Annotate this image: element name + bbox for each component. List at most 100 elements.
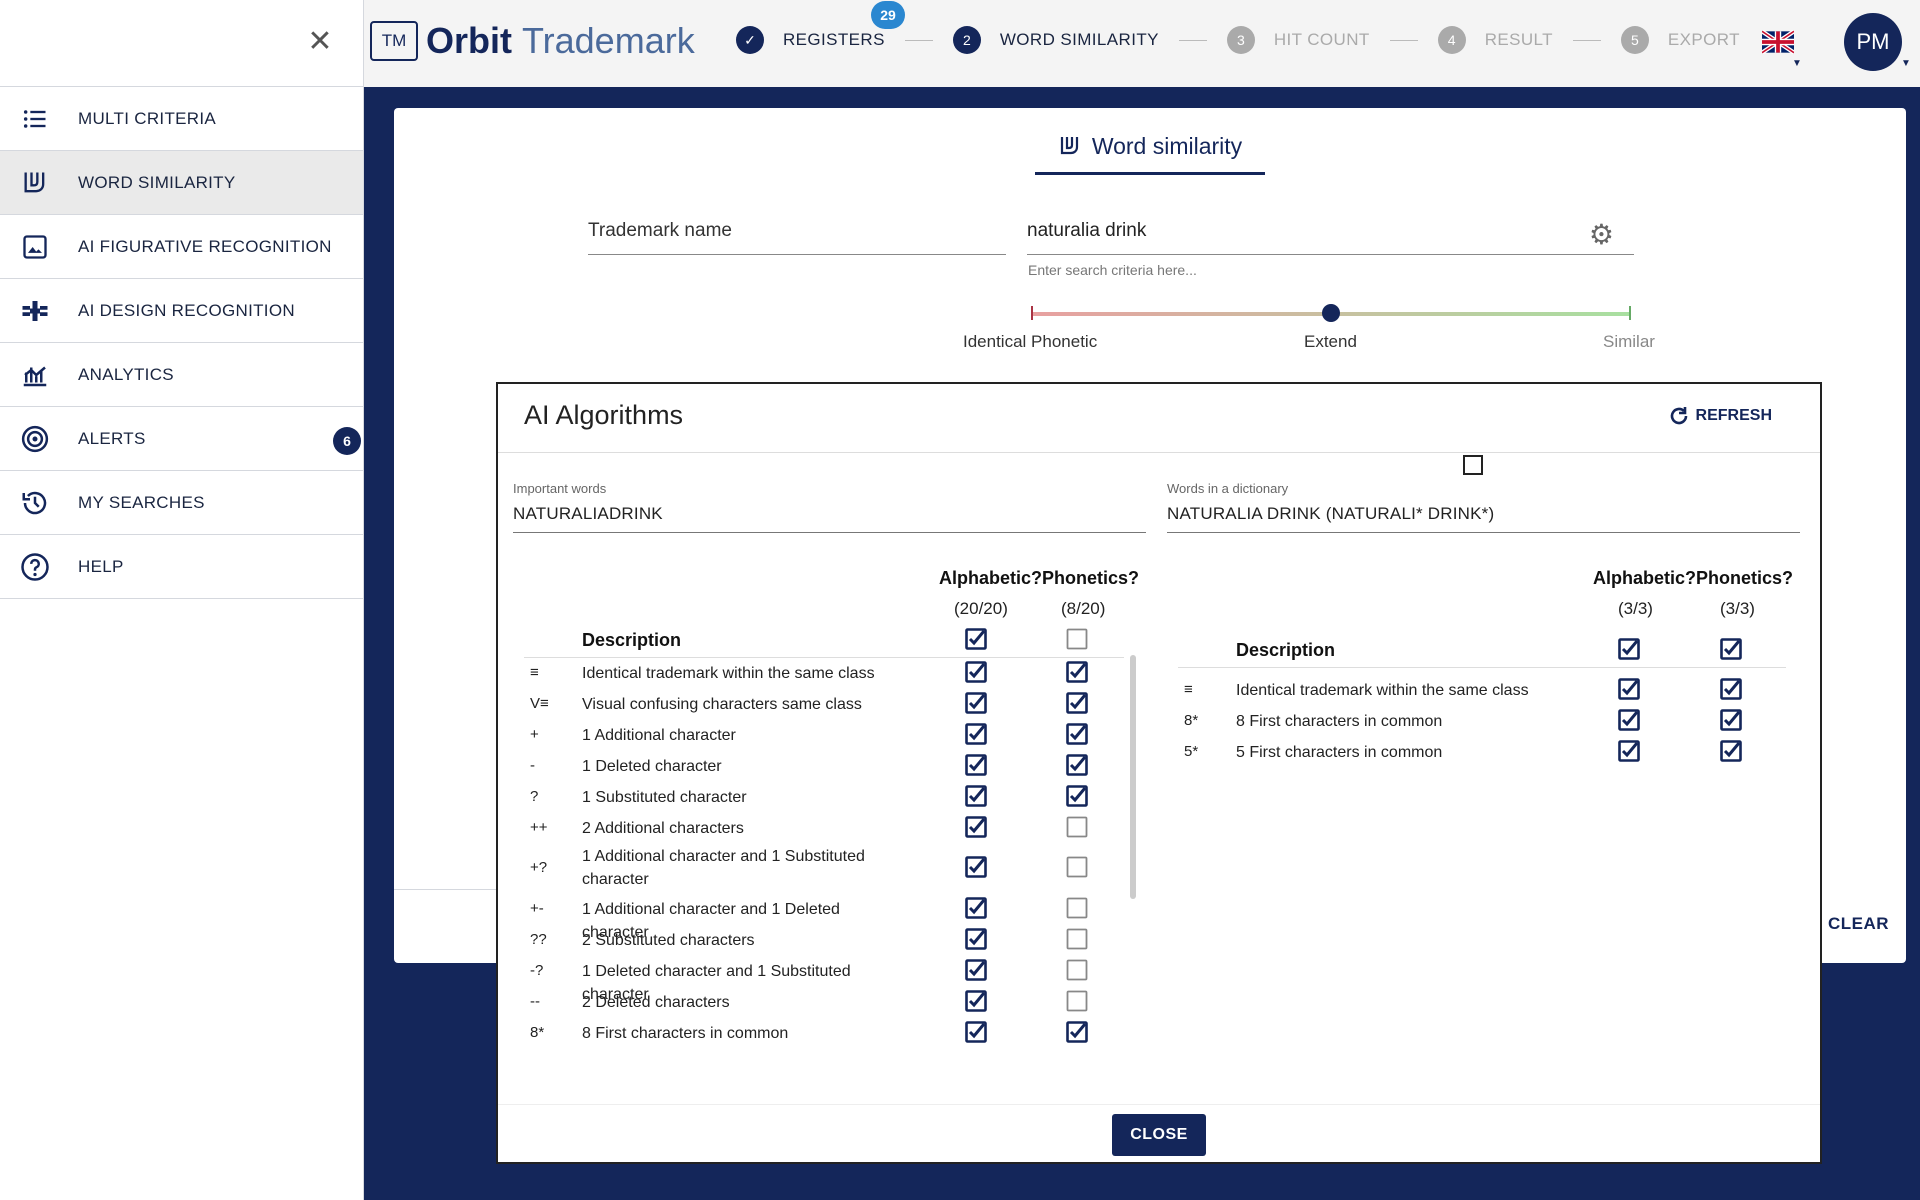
phonetics-checkbox[interactable] (1720, 740, 1742, 762)
sidebar-item-label: MULTI CRITERIA (78, 109, 216, 129)
alphabetic-checkbox[interactable] (965, 754, 987, 776)
phonetics-checkbox[interactable] (1066, 990, 1088, 1012)
alphabetic-checkbox[interactable] (965, 897, 987, 919)
search-input[interactable]: naturalia drink ⚙ (1027, 220, 1634, 255)
check-icon: ✓ (736, 26, 764, 54)
alphabetic-checkbox[interactable] (965, 785, 987, 807)
alphabetic-checkbox[interactable] (965, 723, 987, 745)
field-value: NATURALIA DRINK (NATURALI* DRINK*) (1167, 504, 1494, 524)
slider-label-identical-phonetic: Identical Phonetic (963, 332, 1097, 352)
refresh-label: REFRESH (1696, 407, 1772, 425)
algorithm-description: Visual confusing characters same class (582, 693, 902, 716)
step-label: WORD SIMILARITY (1000, 30, 1159, 50)
refresh-button[interactable]: REFRESH (1667, 404, 1772, 428)
algorithm-symbol: ≡ (1184, 681, 1193, 698)
algorithm-symbol: V≡ (530, 695, 549, 712)
sidebar-item-word-similarity[interactable]: WORD SIMILARITY (0, 151, 363, 215)
target-icon (18, 422, 52, 456)
phonetics-checkbox[interactable] (1066, 856, 1088, 878)
alphabetic-checkbox[interactable] (965, 990, 987, 1012)
ai-algorithms-dialog: AI Algorithms REFRESH Important wordsNAT… (496, 382, 1822, 1164)
refresh-icon (1667, 404, 1691, 428)
right-words-field[interactable]: Words in a dictionaryNATURALIA DRINK (NA… (1167, 481, 1800, 533)
select-all-alphabetic-checkbox[interactable] (1618, 638, 1640, 660)
phonetics-checkbox[interactable] (1066, 816, 1088, 838)
uk-flag-icon[interactable] (1762, 30, 1794, 54)
sidebar-item-ai-design-recognition[interactable]: AI DESIGN RECOGNITION (0, 279, 363, 343)
step-hit-count[interactable]: 3HIT COUNT (1227, 26, 1370, 54)
step-export[interactable]: 5 EXPORT (1621, 26, 1740, 54)
phonetics-checkbox[interactable] (1066, 692, 1088, 714)
algorithm-description: 1 Substituted character (582, 786, 902, 809)
phonetics-checkbox[interactable] (1066, 723, 1088, 745)
alphabetic-checkbox[interactable] (1618, 740, 1640, 762)
step-connector (1179, 40, 1207, 41)
phonetics-checkbox[interactable] (1066, 928, 1088, 950)
sidebar-item-my-searches[interactable]: MY SEARCHES (0, 471, 363, 535)
algorithm-symbol: 8* (1184, 712, 1198, 729)
alphabetic-checkbox[interactable] (1618, 678, 1640, 700)
alphabetic-checkbox[interactable] (965, 1021, 987, 1043)
logo-tm-mark: TM (370, 21, 418, 61)
top-bar: TM Orbit Trademark ✓REGISTERS29 2WORD SIM… (364, 0, 1920, 87)
sidebar-item-ai-figurative-recognition[interactable]: AI FIGURATIVE RECOGNITION (0, 215, 363, 279)
select-all-phonetics-checkbox[interactable] (1720, 638, 1742, 660)
sidebar-item-multi-criteria[interactable]: MULTI CRITERIA (0, 87, 363, 151)
slider-tick-start (1031, 306, 1033, 320)
algorithm-symbol: -- (530, 993, 540, 1010)
phonetics-checkbox[interactable] (1066, 661, 1088, 683)
language-caret-icon[interactable]: ▼ (1792, 58, 1802, 69)
phonetics-checkbox[interactable] (1066, 897, 1088, 919)
select-all-alphabetic-checkbox[interactable] (965, 628, 987, 650)
step-word-similarity[interactable]: 2WORD SIMILARITY (953, 26, 1159, 54)
alphabetic-checkbox[interactable] (965, 959, 987, 981)
phonetics-checkbox[interactable] (1720, 709, 1742, 731)
sidebar-item-help[interactable]: HELP (0, 535, 363, 599)
alphabetic-checkbox[interactable] (965, 856, 987, 878)
phonetics-checkbox[interactable] (1066, 1021, 1088, 1043)
left-words-field[interactable]: Important wordsNATURALIADRINK (513, 481, 1146, 533)
alphabetic-checkbox[interactable] (965, 928, 987, 950)
step-label: EXPORT (1668, 30, 1740, 50)
word-similarity-icon (1058, 134, 1082, 158)
gear-icon[interactable]: ⚙ (1589, 220, 1614, 250)
phonetics-checkbox[interactable] (1066, 754, 1088, 776)
trademark-name-field[interactable]: Trademark name (588, 220, 1006, 255)
sidebar-item-label: HELP (78, 557, 124, 577)
alphabetic-checkbox[interactable] (965, 816, 987, 838)
sidebar-item-alerts[interactable]: ALERTS6 (0, 407, 363, 471)
step-result[interactable]: 4RESULT (1438, 26, 1553, 54)
phonetics-column-header: Phonetics? (1042, 568, 1139, 589)
user-menu-caret-icon[interactable]: ▼ (1901, 58, 1911, 69)
phonetics-checkbox[interactable] (1066, 785, 1088, 807)
tab-word-similarity[interactable]: Word similarity (1035, 120, 1265, 175)
orbit-trademark-logo[interactable]: TM Orbit Trademark (370, 20, 695, 62)
phonetics-checkbox[interactable] (1720, 678, 1742, 700)
phonetics-checkbox[interactable] (1066, 959, 1088, 981)
slider-thumb[interactable] (1322, 304, 1340, 322)
alphabetic-checkbox[interactable] (965, 692, 987, 714)
slider-label-similar: Similar (1603, 332, 1655, 352)
sidebar-item-analytics[interactable]: ANALYTICS (0, 343, 363, 407)
algorithm-symbol: ≡ (530, 664, 539, 681)
dialog-title: AI Algorithms (524, 400, 683, 431)
select-all-phonetics-checkbox[interactable] (1066, 628, 1088, 650)
phonetics-count: (3/3) (1720, 599, 1755, 619)
step-label: HIT COUNT (1274, 30, 1370, 50)
algorithm-description: 2 Substituted characters (582, 929, 902, 952)
algorithm-description: Identical trademark within the same clas… (582, 662, 902, 685)
dialog-checkbox[interactable] (1463, 455, 1483, 475)
step-number: 5 (1621, 26, 1649, 54)
close-sidebar-icon[interactable]: ✕ (302, 24, 338, 60)
left-table-scrollbar[interactable] (1130, 655, 1136, 899)
step-registers[interactable]: ✓REGISTERS29 (736, 26, 885, 54)
alphabetic-column-header: Alphabetic? (1593, 568, 1696, 589)
close-button[interactable]: CLOSE (1112, 1114, 1206, 1156)
alphabetic-checkbox[interactable] (1618, 709, 1640, 731)
algorithm-description: Identical trademark within the same clas… (1236, 679, 1616, 702)
alphabetic-checkbox[interactable] (965, 661, 987, 683)
word-similarity-icon (18, 166, 52, 200)
clear-button[interactable]: CLEAR (1828, 914, 1889, 934)
user-avatar[interactable]: PM (1844, 13, 1902, 71)
trademark-name-label: Trademark name (588, 220, 732, 241)
